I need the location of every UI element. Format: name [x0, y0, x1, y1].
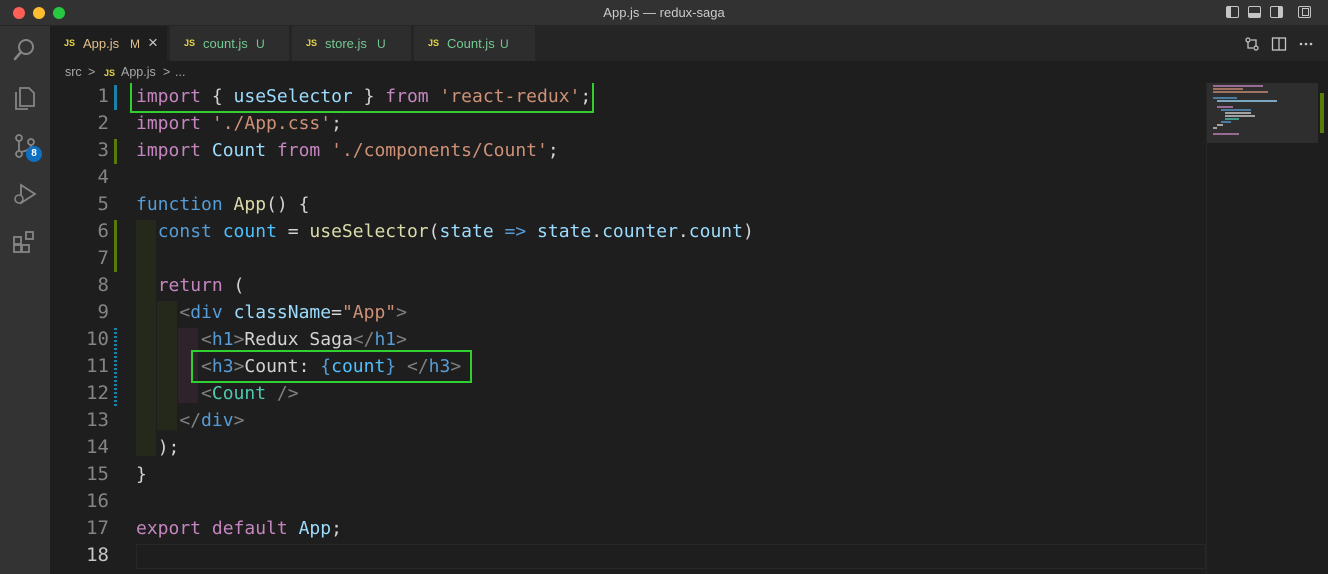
code-line-9: <div className="App">	[179, 302, 407, 323]
js-file-icon: JS	[104, 68, 116, 78]
code-line-3: import Count from './components/Count';	[136, 140, 559, 161]
modified-badge: M	[130, 37, 140, 51]
line-number: 16	[86, 490, 109, 512]
open-changes-icon[interactable]	[1244, 36, 1260, 57]
line-number: 4	[97, 166, 109, 188]
tab-app-js[interactable]: JS App.js M ×	[50, 26, 168, 61]
code-line-10: <h1>Redux Saga</h1>	[201, 329, 407, 350]
line-number: 18	[86, 544, 109, 566]
code-line-17: export default App;	[136, 518, 342, 539]
tab-label: App.js	[83, 36, 120, 51]
code-line-5: function App() {	[136, 194, 310, 215]
git-modified-marker	[114, 85, 117, 110]
git-added-marker	[114, 139, 117, 164]
source-control-icon[interactable]: 8	[11, 132, 42, 162]
current-line-highlight	[136, 544, 1206, 569]
js-file-icon: JS	[184, 38, 196, 48]
breadcrumb: src > JS App.js > ...	[50, 61, 1328, 83]
line-number: 17	[86, 517, 109, 539]
vertical-scrollbar[interactable]	[1318, 83, 1328, 574]
untracked-badge: U	[500, 37, 509, 51]
tab-label: count.js	[203, 36, 248, 51]
code-line-13: </div>	[179, 410, 245, 431]
editor-tab-bar: JS App.js M × JS count.js U JS store.js …	[50, 26, 1328, 61]
line-number: 8	[97, 274, 109, 296]
more-actions-icon[interactable]	[1298, 36, 1314, 57]
split-editor-icon[interactable]	[1271, 36, 1287, 57]
breadcrumb-separator: >	[88, 65, 96, 79]
code-line-12: <Count />	[201, 383, 299, 404]
minimap[interactable]	[1206, 83, 1319, 574]
tab-count-js[interactable]: JS count.js U	[170, 26, 290, 61]
git-added-marker	[114, 220, 117, 272]
code-line-2: import './App.css';	[136, 113, 342, 134]
search-icon[interactable]	[11, 36, 39, 64]
code-line-6: const count = useSelector(state => state…	[157, 221, 754, 242]
line-number: 6	[97, 220, 109, 242]
line-number: 7	[97, 247, 109, 269]
extensions-icon[interactable]	[11, 228, 39, 256]
line-number: 2	[97, 112, 109, 134]
untracked-badge: U	[256, 37, 265, 51]
toggle-primary-sidebar-icon[interactable]	[1226, 6, 1239, 18]
source-control-badge: 8	[26, 146, 42, 162]
tab-count-component-js[interactable]: JS Count.js U	[414, 26, 536, 61]
line-number: 14	[86, 436, 109, 458]
title-bar: App.js — redux-saga	[0, 0, 1328, 26]
explorer-icon[interactable]	[11, 84, 39, 112]
code-line-8: return (	[157, 275, 245, 296]
git-modified-marker	[114, 328, 117, 407]
line-number: 5	[97, 193, 109, 215]
breadcrumb-more[interactable]: ...	[175, 65, 185, 79]
line-number: 10	[86, 328, 109, 350]
line-number: 13	[86, 409, 109, 431]
line-number: 12	[86, 382, 109, 404]
toggle-panel-icon[interactable]	[1248, 6, 1261, 18]
line-number: 9	[97, 301, 109, 323]
js-file-icon: JS	[64, 38, 76, 48]
code-line-14: );	[157, 437, 180, 458]
js-file-icon: JS	[306, 38, 318, 48]
breadcrumb-separator: >	[163, 65, 171, 79]
js-file-icon: JS	[428, 38, 440, 48]
line-number: 3	[97, 139, 109, 161]
breadcrumb-file[interactable]: App.js	[121, 65, 156, 79]
scrollbar-change-marker	[1320, 93, 1324, 133]
line-number: 11	[86, 355, 109, 377]
highlight-box-h3	[191, 350, 472, 383]
close-tab-icon[interactable]: ×	[148, 33, 158, 53]
run-debug-icon[interactable]	[11, 180, 39, 208]
window-title: App.js — redux-saga	[603, 5, 725, 20]
tab-label: Count.js	[447, 36, 495, 51]
breadcrumb-folder[interactable]: src	[65, 65, 82, 79]
highlight-box-import	[130, 83, 594, 113]
line-number: 1	[97, 85, 109, 107]
tab-label: store.js	[325, 36, 367, 51]
code-line-15: }	[136, 464, 147, 485]
activity-bar: 8	[0, 26, 50, 574]
untracked-badge: U	[377, 37, 386, 51]
code-editor[interactable]: 1 2 3 4 5 6 7 8 9 10 11 12 13 14 15 16 1…	[50, 83, 1328, 574]
toggle-secondary-sidebar-icon[interactable]	[1270, 6, 1283, 18]
customize-layout-icon[interactable]	[1298, 6, 1311, 18]
line-number: 15	[86, 463, 109, 485]
tab-store-js[interactable]: JS store.js U	[292, 26, 412, 61]
